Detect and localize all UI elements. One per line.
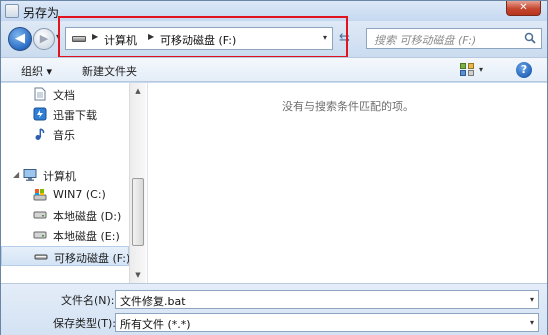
music-icon xyxy=(35,128,45,140)
filetype-value[interactable]: 所有文件 (*.*) xyxy=(120,316,191,332)
toolbar: 组织 ▾ 新建文件夹 ▾ ? xyxy=(1,57,547,82)
sidebar-item-label: 本地磁盘 (D:) xyxy=(53,210,122,223)
scroll-up-icon[interactable]: ▲ xyxy=(130,83,146,99)
sidebar-item-label: WIN7 (C:) xyxy=(53,188,106,201)
filename-field[interactable]: 文件修复.bat ▾ xyxy=(115,290,539,309)
window-title: 另存为 xyxy=(23,6,60,20)
view-options-icon[interactable] xyxy=(460,63,474,76)
expand-collapse-icon[interactable]: ◢ xyxy=(13,170,19,179)
save-form: 文件名(N): 文件修复.bat ▾ 保存类型(T): 所有文件 (*.*) ▾ xyxy=(1,283,547,335)
sidebar-item-label: 迅雷下载 xyxy=(53,109,97,122)
sidebar-item-label: 计算机 xyxy=(43,170,76,183)
filename-value[interactable]: 文件修复.bat xyxy=(120,293,186,309)
sidebar-item-computer[interactable]: ◢ 计算机 xyxy=(1,165,129,185)
sidebar-item-documents[interactable]: 文档 xyxy=(1,84,129,104)
sidebar-item-drive-e[interactable]: 本地磁盘 (E:) xyxy=(1,225,129,245)
sidebar-item-thunder-download[interactable]: 迅雷下载 xyxy=(1,104,129,124)
sidebar-item-label: 音乐 xyxy=(53,129,75,142)
close-button[interactable]: ✕ xyxy=(506,1,541,16)
forward-button[interactable]: ▶ xyxy=(33,28,55,50)
save-as-dialog: 另存为 ✕ ◀ ▶ ▾ ▶ 计算机 ▶ 可移动磁盘 (F:) ▾ ⇆ 搜索 可移… xyxy=(0,0,548,335)
back-button[interactable]: ◀ xyxy=(8,27,32,51)
sidebar-item-label: 本地磁盘 (E:) xyxy=(53,230,120,243)
removable-drive-icon xyxy=(34,254,48,260)
hard-drive-icon xyxy=(33,211,47,219)
sidebar-item-label: 文档 xyxy=(53,89,75,102)
sidebar-item-label: 可移动磁盘 (F:) xyxy=(54,252,131,265)
search-input[interactable]: 搜索 可移动磁盘 (F:) xyxy=(366,28,542,49)
empty-results-message: 没有与搜索条件匹配的项。 xyxy=(282,100,414,113)
new-folder-button[interactable]: 新建文件夹 xyxy=(82,63,137,79)
window-icon xyxy=(5,4,19,18)
sidebar-item-drive-f[interactable]: 可移动磁盘 (F:) xyxy=(1,246,131,266)
search-placeholder: 搜索 可移动磁盘 (F:) xyxy=(374,34,477,47)
scroll-thumb[interactable] xyxy=(132,178,144,246)
filetype-select[interactable]: 所有文件 (*.*) ▾ xyxy=(115,313,539,332)
file-list-pane[interactable]: 没有与搜索条件匹配的项。 xyxy=(147,83,547,283)
sidebar-scrollbar[interactable]: ▲ ▼ xyxy=(129,83,146,283)
navigation-pane: 文档 迅雷下载 音乐 ◢ 计算机 WIN7 (C:) 本地磁盘 (D:) 本地磁… xyxy=(1,83,147,283)
system-drive-icon xyxy=(33,189,47,201)
scroll-down-icon[interactable]: ▼ xyxy=(130,267,146,283)
hard-drive-icon xyxy=(33,231,47,239)
thunder-download-icon xyxy=(33,107,47,121)
computer-icon xyxy=(23,169,37,181)
filename-dropdown-button[interactable]: ▾ xyxy=(530,295,534,304)
document-icon xyxy=(34,87,46,101)
sidebar-item-drive-d[interactable]: 本地磁盘 (D:) xyxy=(1,205,129,225)
filetype-dropdown-button[interactable]: ▾ xyxy=(530,318,534,327)
organize-button[interactable]: 组织 ▾ xyxy=(21,63,52,79)
filename-label: 文件名(N): xyxy=(61,294,115,307)
search-icon[interactable] xyxy=(524,32,536,44)
view-options-dropdown[interactable]: ▾ xyxy=(479,65,483,74)
filetype-label: 保存类型(T): xyxy=(53,317,117,330)
help-icon[interactable]: ? xyxy=(516,62,532,78)
sidebar-item-music[interactable]: 音乐 xyxy=(1,124,129,144)
address-highlight-box xyxy=(58,16,348,58)
sidebar-item-drive-c[interactable]: WIN7 (C:) xyxy=(1,185,129,205)
